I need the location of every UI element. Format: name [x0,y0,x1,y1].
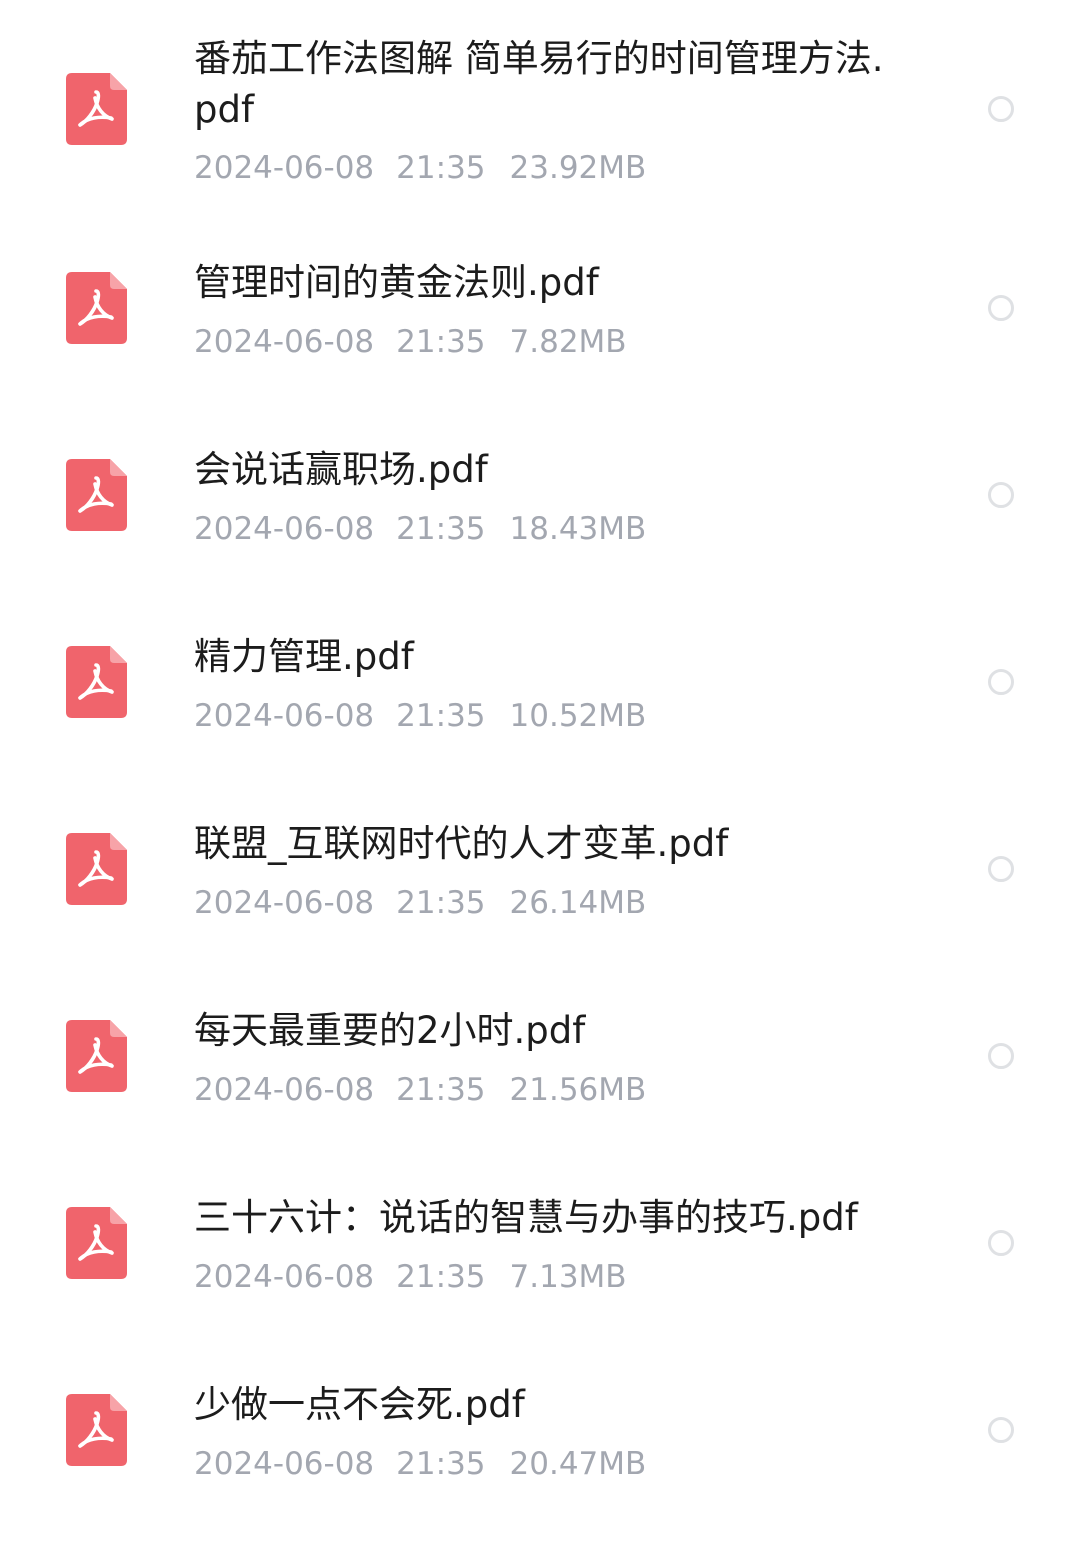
file-date: 2024-06-08 [194,511,375,547]
file-time: 21:35 [396,1259,486,1295]
file-meta: 2024-06-08 21:35 7.82MB [194,322,627,362]
file-name: 每天最重要的2小时.pdf [194,1009,586,1052]
file-date: 2024-06-08 [194,1072,375,1108]
file-size: 7.13MB [509,1259,627,1295]
file-name: 会说话赢职场.pdf [194,448,488,491]
select-radio[interactable] [988,669,1014,695]
file-size: 23.92MB [509,150,647,186]
select-radio[interactable] [988,482,1014,508]
file-name: 三十六计：说话的智慧与办事的技巧.pdf [194,1196,858,1239]
file-name: 少做一点不会死.pdf [194,1383,525,1426]
file-date: 2024-06-08 [194,885,375,921]
file-size: 10.52MB [509,698,647,734]
file-size: 26.14MB [509,885,647,921]
file-size: 21.56MB [509,1072,647,1108]
file-meta: 2024-06-08 21:35 21.56MB [194,1070,646,1110]
file-time: 21:35 [396,1072,486,1108]
pdf-file-icon [66,272,127,344]
pdf-file-icon [66,1394,127,1466]
file-name: 管理时间的黄金法则.pdf [194,261,599,304]
file-time: 21:35 [396,150,486,186]
select-radio[interactable] [988,1043,1014,1069]
pdf-file-icon [66,833,127,905]
select-radio[interactable] [988,96,1014,122]
file-date: 2024-06-08 [194,1446,375,1482]
file-date: 2024-06-08 [194,324,375,360]
pdf-file-icon [66,1020,127,1092]
pdf-file-icon [66,73,127,145]
file-time: 21:35 [396,698,486,734]
select-radio[interactable] [988,1417,1014,1443]
pdf-file-icon [66,459,127,531]
file-time: 21:35 [396,1446,486,1482]
file-name: 番茄工作法图解 简单易行的时间管理方法.pdf [194,37,884,131]
file-date: 2024-06-08 [194,150,375,186]
file-date: 2024-06-08 [194,698,375,734]
file-time: 21:35 [396,511,486,547]
file-date: 2024-06-08 [194,1259,375,1295]
file-size: 7.82MB [509,324,627,360]
file-meta: 2024-06-08 21:35 7.13MB [194,1257,627,1297]
select-radio[interactable] [988,295,1014,321]
file-name: 精力管理.pdf [194,635,414,678]
file-meta: 2024-06-08 21:35 23.92MB [194,148,646,188]
file-meta: 2024-06-08 21:35 18.43MB [194,509,646,549]
file-name: 联盟_互联网时代的人才变革.pdf [194,822,729,865]
file-meta: 2024-06-08 21:35 26.14MB [194,883,646,923]
file-size: 20.47MB [509,1446,647,1482]
pdf-file-icon [66,646,127,718]
select-radio[interactable] [988,856,1014,882]
file-list: 番茄工作法图解 简单易行的时间管理方法.pdf 2024-06-08 21:35 2… [0,0,1067,1542]
file-meta: 2024-06-08 21:35 10.52MB [194,696,646,736]
file-time: 21:35 [396,885,486,921]
pdf-file-icon [66,1207,127,1279]
file-time: 21:35 [396,324,486,360]
file-size: 18.43MB [509,511,647,547]
file-meta: 2024-06-08 21:35 20.47MB [194,1444,646,1484]
select-radio[interactable] [988,1230,1014,1256]
